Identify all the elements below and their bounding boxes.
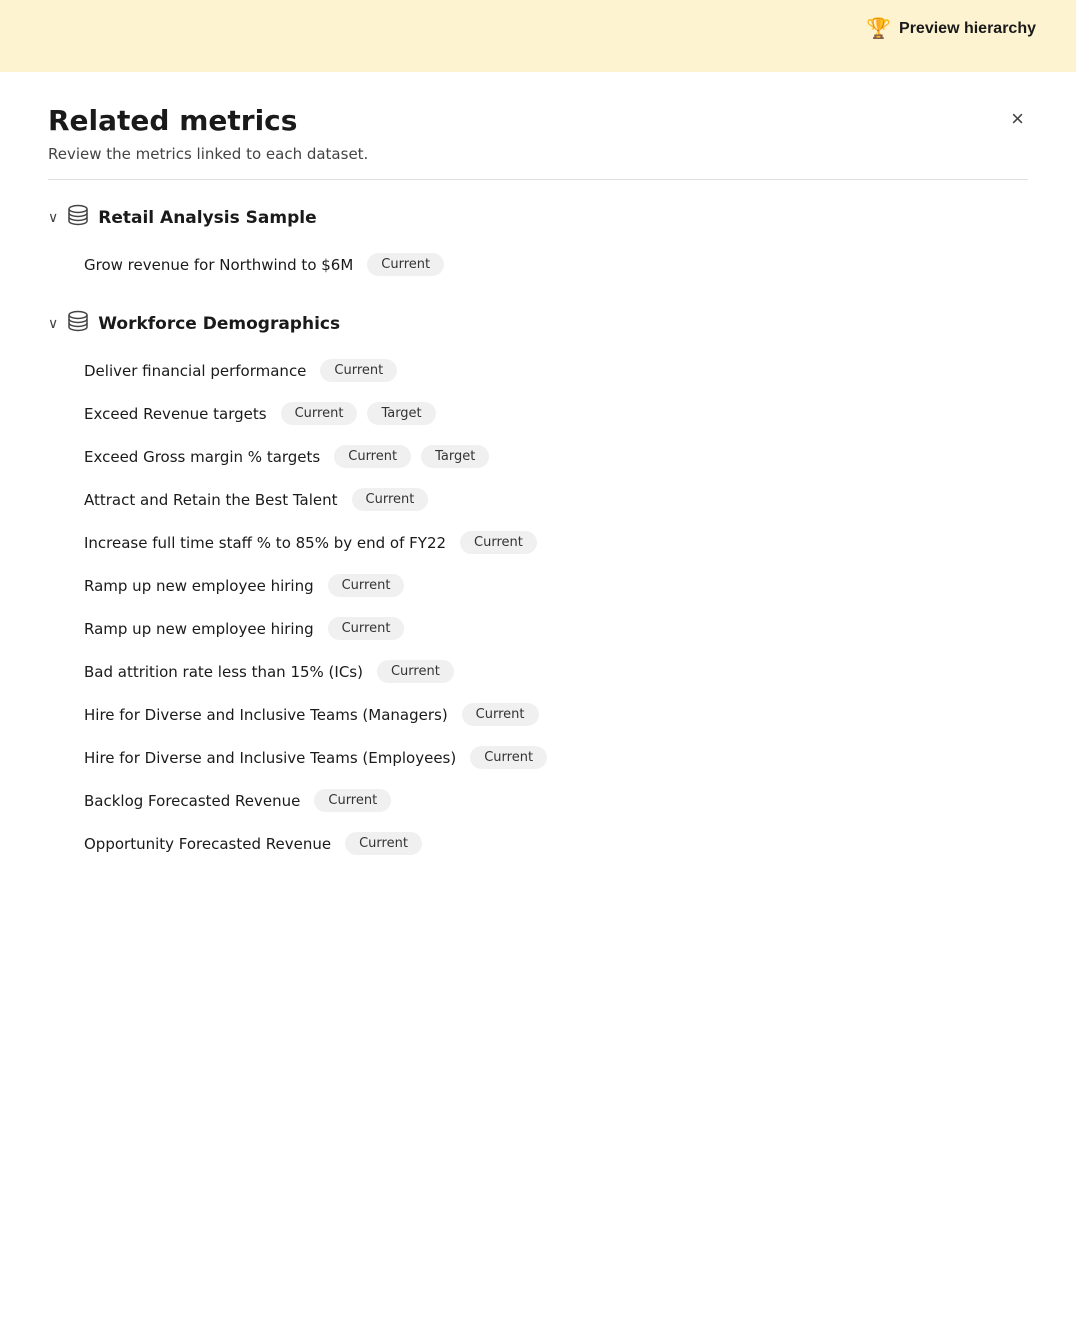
dataset-name-1: Workforce Demographics xyxy=(98,314,340,334)
section-spacer xyxy=(48,294,1028,310)
metric-label-1-2: Exceed Gross margin % targets xyxy=(84,448,320,466)
badge-1-11-0[interactable]: Current xyxy=(345,832,422,855)
badge-1-10-0[interactable]: Current xyxy=(314,789,391,812)
badge-1-0-0[interactable]: Current xyxy=(320,359,397,382)
badge-1-2-0[interactable]: Current xyxy=(334,445,411,468)
metric-row-1-4: Increase full time staff % to 85% by end… xyxy=(48,521,1028,564)
metric-row-0-0: Grow revenue for Northwind to $6M Current xyxy=(48,243,1028,286)
metric-row-1-2: Exceed Gross margin % targets Current Targ… xyxy=(48,435,1028,478)
header-bar: 🏆 Preview hierarchy xyxy=(0,0,1076,57)
badge-1-9-0[interactable]: Current xyxy=(470,746,547,769)
chevron-down-icon: ∨ xyxy=(48,316,58,332)
metric-label-1-8: Hire for Diverse and Inclusive Teams (Ma… xyxy=(84,706,448,724)
metric-row-1-8: Hire for Diverse and Inclusive Teams (Ma… xyxy=(48,693,1028,736)
badge-1-1-1[interactable]: Target xyxy=(367,402,435,425)
metric-row-1-7: Bad attrition rate less than 15% (ICs) Cu… xyxy=(48,650,1028,693)
metric-row-1-5: Ramp up new employee hiring Current xyxy=(48,564,1028,607)
chevron-down-icon: ∨ xyxy=(48,210,58,226)
dataset-section-0: ∨ Retail Analysis Sample Grow revenue for… xyxy=(48,204,1028,286)
badge-1-3-0[interactable]: Current xyxy=(352,488,429,511)
badge-1-5-0[interactable]: Current xyxy=(328,574,405,597)
trophy-icon: 🏆 xyxy=(866,16,891,41)
database-icon xyxy=(68,204,88,231)
metric-row-1-11: Opportunity Forecasted Revenue Current xyxy=(48,822,1028,865)
metric-row-1-3: Attract and Retain the Best Talent Curren… xyxy=(48,478,1028,521)
metric-label-1-3: Attract and Retain the Best Talent xyxy=(84,491,338,509)
preview-hierarchy-button[interactable]: 🏆 Preview hierarchy xyxy=(858,12,1044,45)
dataset-header-1[interactable]: ∨ Workforce Demographics xyxy=(48,310,1028,337)
panel-subtitle: Review the metrics linked to each datase… xyxy=(48,145,1028,163)
panel-divider xyxy=(48,179,1028,180)
datasets-container: ∨ Retail Analysis Sample Grow revenue for… xyxy=(48,204,1028,865)
badge-1-8-0[interactable]: Current xyxy=(462,703,539,726)
metric-row-1-6: Ramp up new employee hiring Current xyxy=(48,607,1028,650)
metric-label-1-4: Increase full time staff % to 85% by end… xyxy=(84,534,446,552)
badge-0-0-0[interactable]: Current xyxy=(367,253,444,276)
metric-label-1-10: Backlog Forecasted Revenue xyxy=(84,792,300,810)
metric-row-1-9: Hire for Diverse and Inclusive Teams (Em… xyxy=(48,736,1028,779)
metric-label-1-11: Opportunity Forecasted Revenue xyxy=(84,835,331,853)
dataset-name-0: Retail Analysis Sample xyxy=(98,208,316,228)
metric-label-1-7: Bad attrition rate less than 15% (ICs) xyxy=(84,663,363,681)
badge-1-2-1[interactable]: Target xyxy=(421,445,489,468)
metric-label-1-1: Exceed Revenue targets xyxy=(84,405,267,423)
related-metrics-panel: Related metrics × Review the metrics lin… xyxy=(0,72,1076,905)
dataset-section-1: ∨ Workforce Demographics Deliver financia… xyxy=(48,310,1028,865)
badge-1-4-0[interactable]: Current xyxy=(460,531,537,554)
metric-label-1-0: Deliver financial performance xyxy=(84,362,306,380)
panel-title: Related metrics xyxy=(48,104,297,137)
database-icon xyxy=(68,310,88,337)
metric-label-1-5: Ramp up new employee hiring xyxy=(84,577,314,595)
metric-row-1-0: Deliver financial performance Current xyxy=(48,349,1028,392)
close-icon: × xyxy=(1011,106,1024,131)
metric-label-0-0: Grow revenue for Northwind to $6M xyxy=(84,256,353,274)
metric-row-1-10: Backlog Forecasted Revenue Current xyxy=(48,779,1028,822)
badge-1-6-0[interactable]: Current xyxy=(328,617,405,640)
metric-label-1-6: Ramp up new employee hiring xyxy=(84,620,314,638)
dataset-header-0[interactable]: ∨ Retail Analysis Sample xyxy=(48,204,1028,231)
close-button[interactable]: × xyxy=(1007,104,1028,134)
badge-1-1-0[interactable]: Current xyxy=(281,402,358,425)
metric-row-1-1: Exceed Revenue targets Current Target xyxy=(48,392,1028,435)
metric-label-1-9: Hire for Diverse and Inclusive Teams (Em… xyxy=(84,749,456,767)
preview-hierarchy-label: Preview hierarchy xyxy=(899,20,1036,38)
badge-1-7-0[interactable]: Current xyxy=(377,660,454,683)
panel-header: Related metrics × xyxy=(48,104,1028,137)
